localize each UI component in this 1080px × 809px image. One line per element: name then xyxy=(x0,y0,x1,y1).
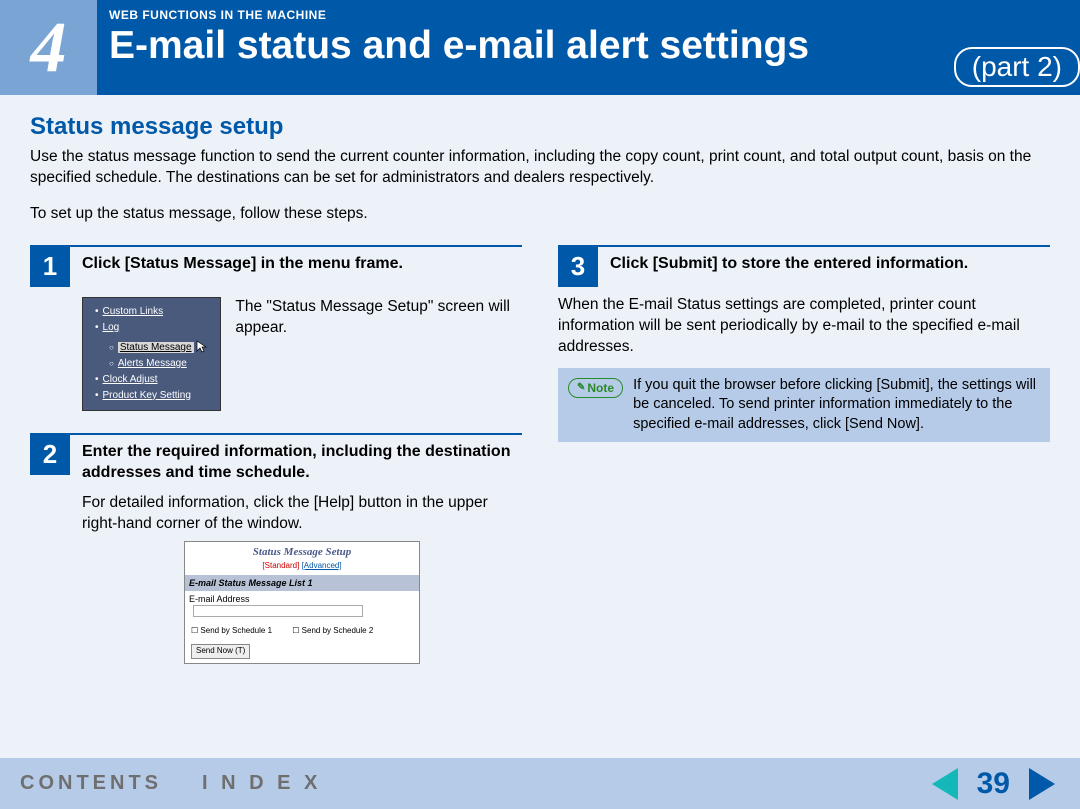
cursor-icon xyxy=(196,340,208,354)
index-link[interactable]: I N D E X xyxy=(202,772,321,795)
right-column: 3 Click [Submit] to store the entered in… xyxy=(558,245,1050,686)
form-bar: E-mail Status Message List 1 xyxy=(185,575,419,591)
breadcrumb: WEB FUNCTIONS IN THE MACHINE xyxy=(109,8,1066,22)
chapter-number: 4 xyxy=(0,0,97,95)
step-3: 3 Click [Submit] to store the entered in… xyxy=(558,245,1050,442)
note-text: If you quit the browser before clicking … xyxy=(633,376,1040,435)
next-page-button[interactable] xyxy=(1024,766,1060,802)
menu-item-status-message: Status Message xyxy=(118,342,194,353)
intro-paragraph: Use the status message function to send … xyxy=(30,147,1050,189)
section-title: Status message setup xyxy=(30,113,1050,141)
menu-item-product-key: Product Key Setting xyxy=(103,390,191,401)
menu-item-custom-links: Custom Links xyxy=(103,306,164,317)
content-area: Status message setup Use the status mess… xyxy=(0,95,1080,758)
menu-item-clock-adjust: Clock Adjust xyxy=(103,374,158,385)
step-title: Click [Status Message] in the menu frame… xyxy=(82,247,403,275)
contents-link[interactable]: CONTENTS xyxy=(20,772,162,795)
step-1-side-text: The "Status Message Setup" screen will a… xyxy=(235,297,522,339)
form-mode-standard: [Standard] xyxy=(262,561,299,570)
note-box: Note If you quit the browser before clic… xyxy=(558,368,1050,443)
step-1: 1 Click [Status Message] in the menu fra… xyxy=(30,245,522,411)
page-number: 39 xyxy=(977,767,1010,801)
part-label: (part 2) xyxy=(954,47,1080,87)
form-check-sched1: ☐ Send by Schedule 1 xyxy=(191,626,272,635)
menu-item-alerts-message: Alerts Message xyxy=(118,358,187,369)
prev-page-button[interactable] xyxy=(927,766,963,802)
triangle-right-icon xyxy=(1029,768,1055,800)
menu-screenshot: Custom Links Log Status Message Alerts M… xyxy=(82,297,221,411)
left-column: 1 Click [Status Message] in the menu fra… xyxy=(30,245,522,686)
step-number: 3 xyxy=(558,247,598,287)
form-screenshot: Status Message Setup [Standard] [Advance… xyxy=(184,541,420,664)
note-label: Note xyxy=(568,378,623,398)
step-number: 1 xyxy=(30,247,70,287)
columns: 1 Click [Status Message] in the menu fra… xyxy=(30,245,1050,686)
step-number: 2 xyxy=(30,435,70,475)
form-button-send-now: Send Now (T) xyxy=(191,644,250,659)
intro-paragraph-2: To set up the status message, follow the… xyxy=(30,205,1050,223)
top-banner: 4 WEB FUNCTIONS IN THE MACHINE E-mail st… xyxy=(0,0,1080,95)
step-title: Enter the required information, includin… xyxy=(82,435,522,484)
step-2: 2 Enter the required information, includ… xyxy=(30,433,522,664)
form-label-address: E-mail Address xyxy=(189,594,250,604)
form-title: Status Message Setup xyxy=(185,542,419,561)
form-check-sched2: ☐ Send by Schedule 2 xyxy=(292,626,373,635)
form-input-address xyxy=(193,605,363,617)
step-3-body: When the E-mail Status settings are comp… xyxy=(558,295,1050,358)
step-2-body: For detailed information, click the [Hel… xyxy=(82,493,522,535)
banner-right: WEB FUNCTIONS IN THE MACHINE E-mail stat… xyxy=(97,0,1080,95)
triangle-left-icon xyxy=(932,768,958,800)
menu-item-log: Log xyxy=(103,322,120,333)
step-title: Click [Submit] to store the entered info… xyxy=(610,247,968,275)
form-mode-advanced: [Advanced] xyxy=(302,561,342,570)
page-title: E-mail status and e-mail alert settings xyxy=(109,24,1066,68)
footer: CONTENTS I N D E X 39 xyxy=(0,758,1080,809)
